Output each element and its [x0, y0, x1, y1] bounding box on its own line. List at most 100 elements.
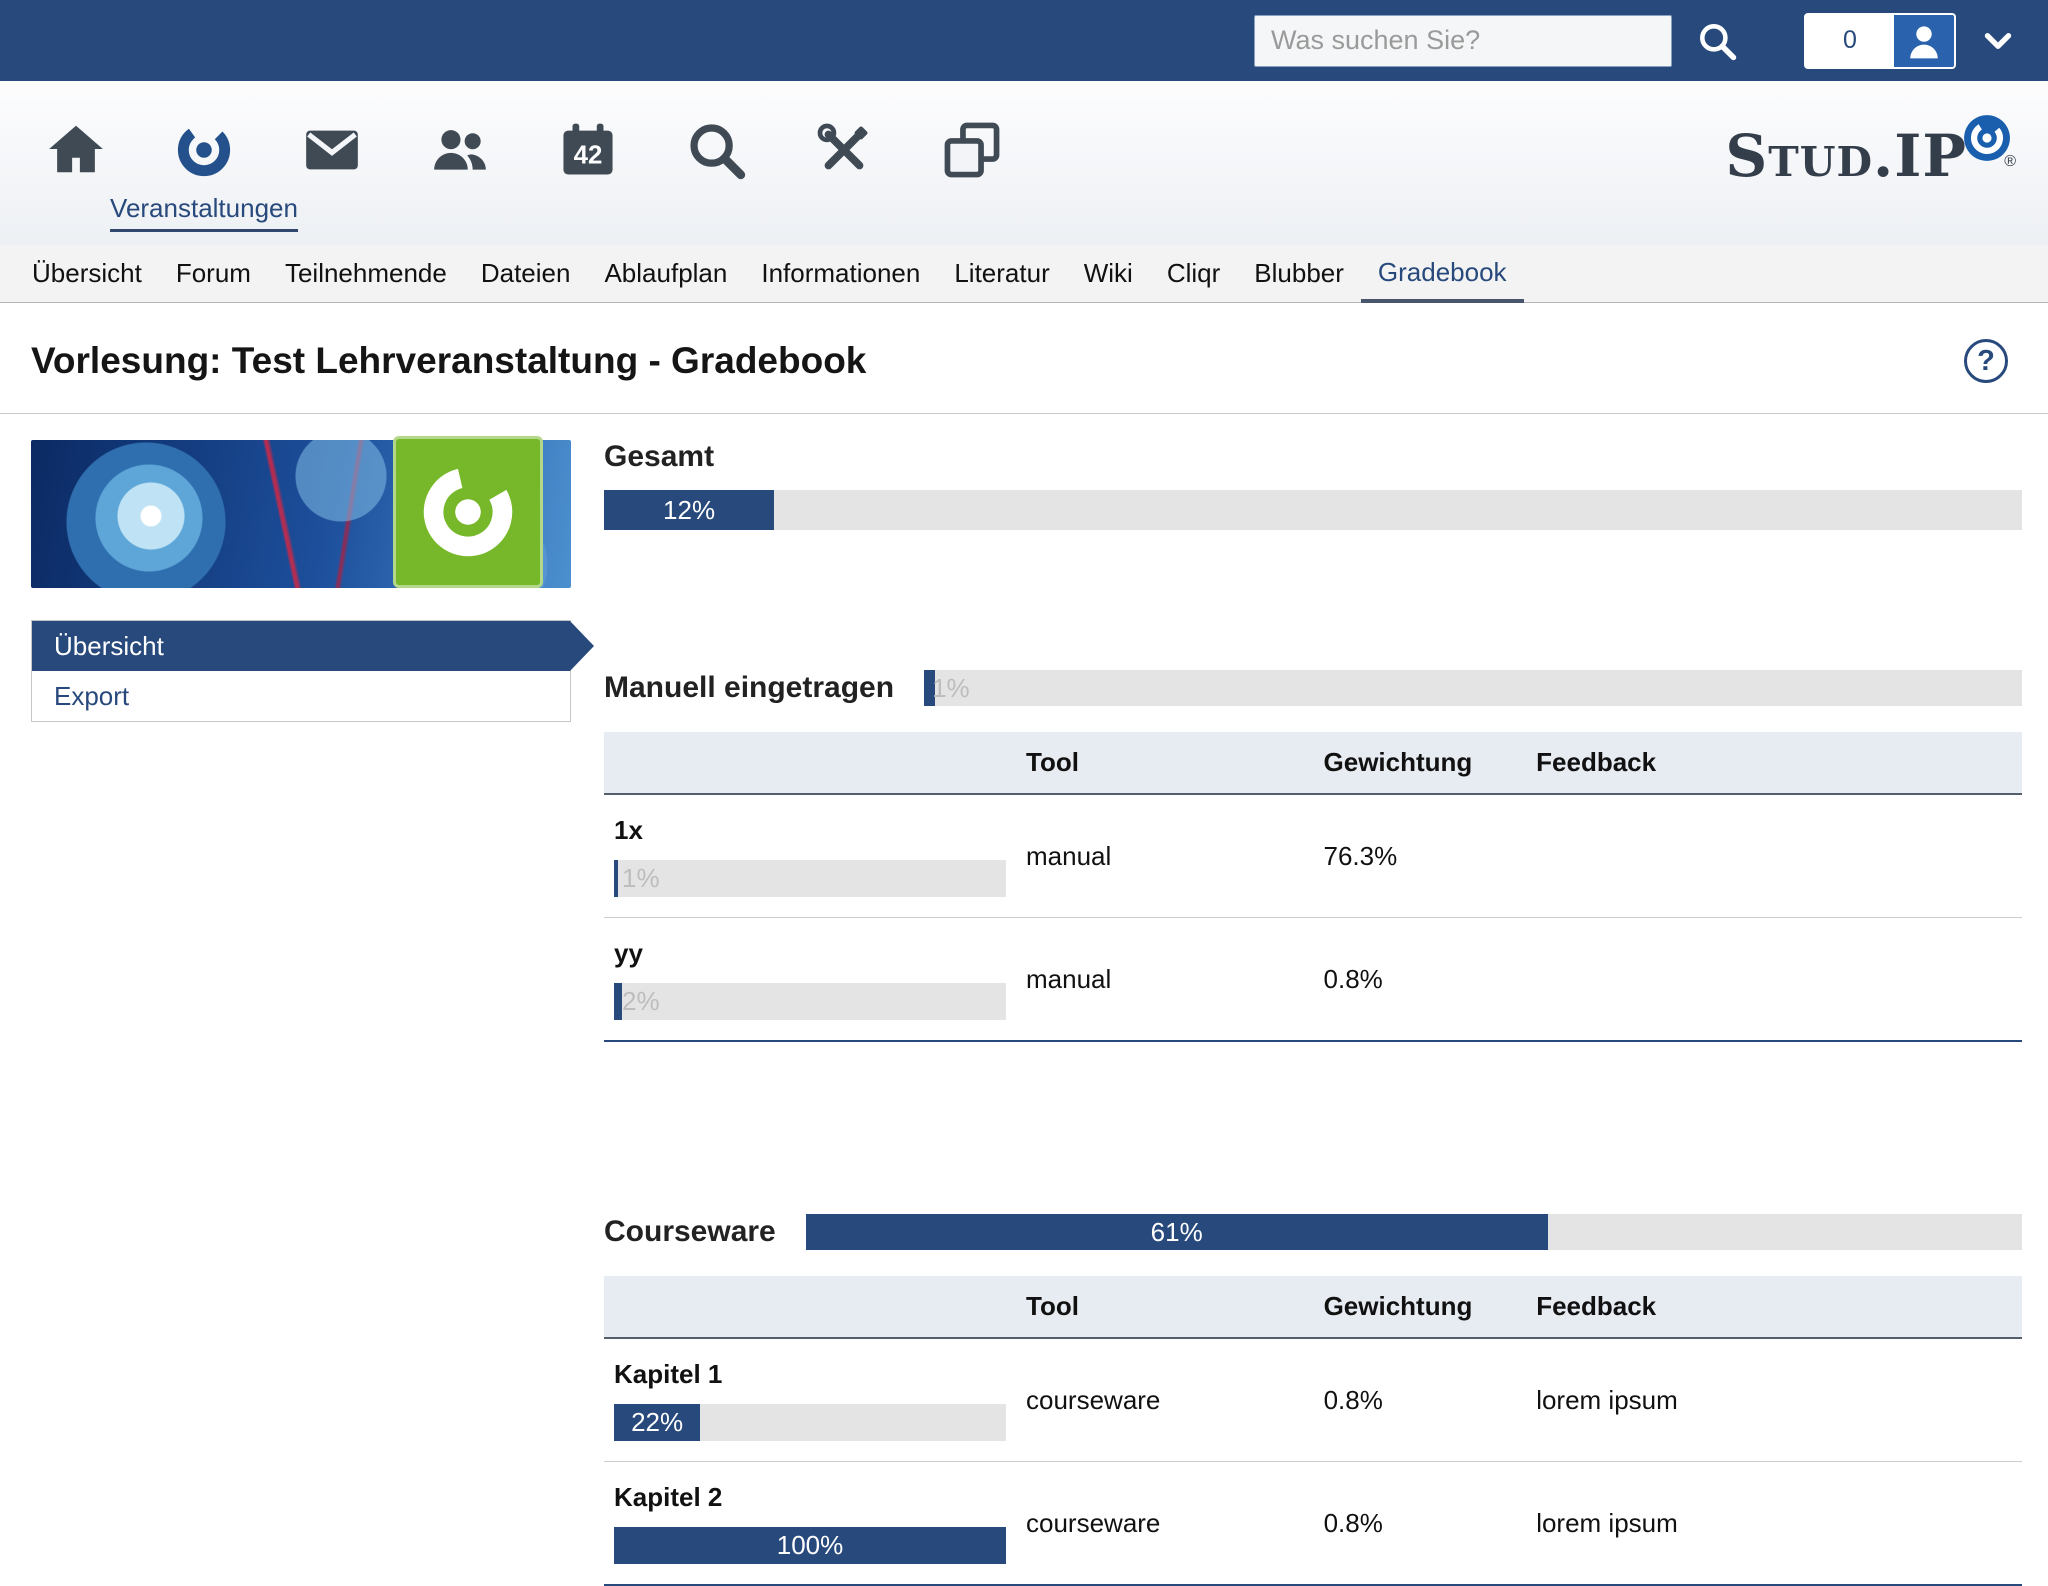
tab-blubber[interactable]: Blubber — [1237, 245, 1361, 302]
entry-name: 1x — [614, 815, 1006, 846]
content: Übersicht Export Gesamt 12% Manuell eing… — [0, 414, 2048, 1586]
sidebar-item-export[interactable]: Export — [32, 671, 570, 721]
tab-informationen[interactable]: Informationen — [744, 245, 937, 302]
total-progress-bar: 12% — [604, 490, 2022, 530]
course-tab-bar: Übersicht Forum Teilnehmende Dateien Abl… — [0, 245, 2048, 303]
tab-forum[interactable]: Forum — [159, 245, 268, 302]
course-avatar — [393, 436, 543, 588]
notification-count: 0 — [1806, 26, 1894, 55]
progress-label: 1% — [932, 670, 970, 706]
courses-icon[interactable]: Veranstaltungen — [140, 119, 268, 181]
total-heading: Gesamt — [604, 440, 2022, 474]
community-icon[interactable] — [396, 119, 524, 181]
column-header-name — [604, 732, 1016, 794]
entry-weight: 0.8% — [1314, 918, 1527, 1042]
column-header-tool: Tool — [1016, 1276, 1314, 1338]
notification-user-box[interactable]: 0 — [1804, 13, 1956, 69]
progress-fill — [614, 983, 622, 1020]
entry-tool: manual — [1016, 918, 1314, 1042]
tab-uebersicht[interactable]: Übersicht — [15, 245, 159, 302]
entry-progress-bar: 100% — [614, 1527, 1006, 1564]
tab-literatur[interactable]: Literatur — [937, 245, 1066, 302]
column-header-gewichtung: Gewichtung — [1314, 1276, 1527, 1338]
column-header-name — [604, 1276, 1016, 1338]
progress-label: 22% — [614, 1404, 700, 1441]
gradebook-main: Gesamt 12% Manuell eingetragen 1% Tool — [604, 440, 2022, 1586]
column-header-tool: Tool — [1016, 732, 1314, 794]
course-banner-image — [31, 440, 571, 588]
tab-teilnehmende[interactable]: Teilnehmende — [268, 245, 464, 302]
table-row: 1x 1% manual 76.3% — [604, 794, 2022, 918]
search-icon[interactable] — [652, 119, 780, 181]
progress-label: 12% — [604, 490, 774, 530]
page-title: Vorlesung: Test Lehrveranstaltung - Grad… — [31, 340, 866, 382]
column-header-feedback: Feedback — [1526, 732, 2022, 794]
entry-name: Kapitel 1 — [614, 1359, 1006, 1390]
active-nav-label: Veranstaltungen — [110, 193, 298, 232]
table-row: yy 2% manual 0.8% — [604, 918, 2022, 1042]
calendar-week-number: 42 — [574, 141, 603, 169]
header: Veranstaltungen 42 Stud.IP ® — [0, 81, 2048, 245]
entry-feedback — [1526, 918, 2022, 1042]
entry-name: yy — [614, 938, 1006, 969]
entry-weight: 0.8% — [1314, 1462, 1527, 1586]
section-progress-bar: 61% — [806, 1214, 2022, 1250]
progress-fill — [614, 860, 618, 897]
tab-ablaufplan[interactable]: Ablaufplan — [587, 245, 744, 302]
progress-label: 100% — [614, 1527, 1006, 1564]
section-heading: Courseware — [604, 1215, 776, 1249]
manual-table: Tool Gewichtung Feedback 1x 1% — [604, 732, 2022, 1042]
progress-label: 1% — [622, 860, 660, 897]
entry-tool: courseware — [1016, 1338, 1314, 1462]
tab-dateien[interactable]: Dateien — [464, 245, 588, 302]
files-icon[interactable] — [908, 119, 1036, 181]
help-icon[interactable]: ? — [1964, 339, 2008, 383]
progress-label: 2% — [622, 983, 660, 1020]
table-row: Kapitel 2 100% courseware 0.8% lorem ips… — [604, 1462, 2022, 1586]
calendar-icon[interactable]: 42 — [524, 119, 652, 181]
search-input[interactable] — [1254, 15, 1672, 67]
home-icon[interactable] — [12, 119, 140, 181]
tab-gradebook[interactable]: Gradebook — [1361, 245, 1524, 303]
section-manual: Manuell eingetragen 1% Tool Gewichtung F… — [604, 670, 2022, 1042]
entry-progress-bar: 2% — [614, 983, 1006, 1020]
section-courseware: Courseware 61% Tool Gewichtung Feedback — [604, 1214, 2022, 1586]
entry-feedback: lorem ipsum — [1526, 1338, 2022, 1462]
topbar: 0 — [0, 0, 2048, 81]
tab-cliqr[interactable]: Cliqr — [1150, 245, 1237, 302]
table-header-row: Tool Gewichtung Feedback — [604, 732, 2022, 794]
column-header-gewichtung: Gewichtung — [1314, 732, 1527, 794]
total-block: Gesamt 12% — [604, 440, 2022, 530]
studip-logo-text: Stud.IP — [1725, 127, 1967, 185]
page-header: Vorlesung: Test Lehrveranstaltung - Grad… — [0, 303, 2048, 414]
courseware-table: Tool Gewichtung Feedback Kapitel 1 22% — [604, 1276, 2022, 1586]
entry-weight: 0.8% — [1314, 1338, 1527, 1462]
entry-feedback: lorem ipsum — [1526, 1462, 2022, 1586]
entry-tool: courseware — [1016, 1462, 1314, 1586]
table-header-row: Tool Gewichtung Feedback — [604, 1276, 2022, 1338]
section-heading: Manuell eingetragen — [604, 671, 894, 705]
progress-label: 61% — [806, 1214, 1548, 1250]
section-progress-bar: 1% — [924, 670, 2022, 706]
studip-logo-swirl-icon: ® — [1962, 113, 2012, 163]
search-icon[interactable] — [1696, 20, 1738, 62]
course-swirl-icon — [409, 453, 527, 571]
column-header-feedback: Feedback — [1526, 1276, 2022, 1338]
chevron-down-icon[interactable] — [1980, 23, 2016, 59]
registered-mark: ® — [2004, 153, 2016, 171]
entry-weight: 76.3% — [1314, 794, 1527, 918]
entry-feedback — [1526, 794, 2022, 918]
entry-progress-bar: 1% — [614, 860, 1006, 897]
entry-tool: manual — [1016, 794, 1314, 918]
tab-wiki[interactable]: Wiki — [1067, 245, 1150, 302]
messages-icon[interactable] — [268, 119, 396, 181]
table-row: Kapitel 1 22% courseware 0.8% lorem ipsu… — [604, 1338, 2022, 1462]
avatar-icon[interactable] — [1894, 13, 1954, 69]
entry-name: Kapitel 2 — [614, 1482, 1006, 1513]
sidebar-nav: Übersicht Export — [31, 620, 571, 722]
sidebar-item-uebersicht[interactable]: Übersicht — [32, 621, 570, 671]
tools-icon[interactable] — [780, 119, 908, 181]
entry-progress-bar: 22% — [614, 1404, 1006, 1441]
studip-logo: Stud.IP ® — [1725, 127, 2012, 185]
sidebar: Übersicht Export — [31, 440, 571, 1586]
